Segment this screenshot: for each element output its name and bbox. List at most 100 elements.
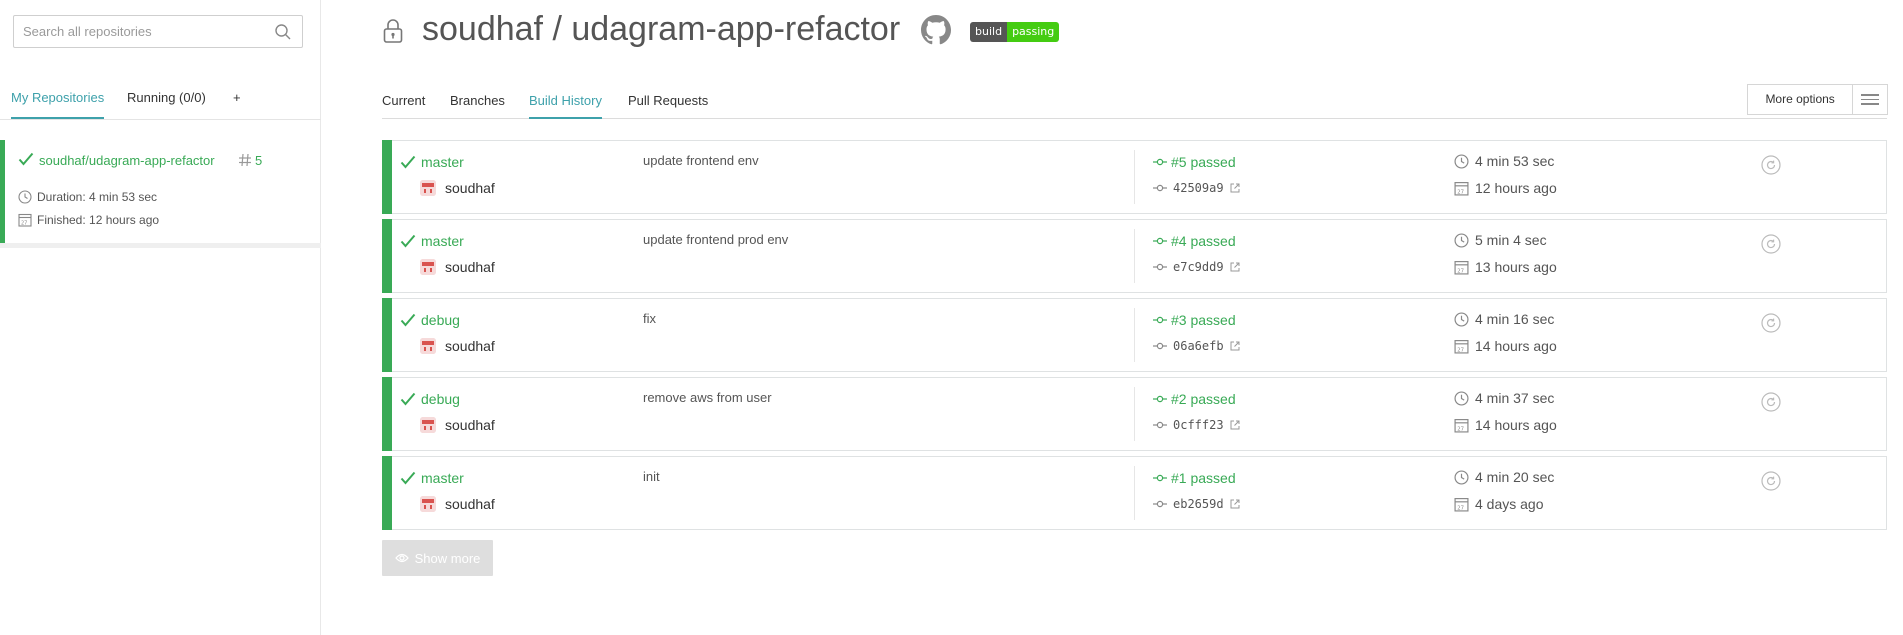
commit-sha-label: 06a6efb xyxy=(1173,339,1224,353)
badge-status: passing xyxy=(1007,22,1060,42)
build-row[interactable]: master soudhaf init #1 passed eb2659d 4 … xyxy=(382,456,1887,530)
build-finished-label: 4 days ago xyxy=(1475,496,1544,512)
build-branch[interactable]: master xyxy=(421,233,464,249)
commit-message: remove aws from user xyxy=(643,390,772,405)
status-bar xyxy=(382,140,392,214)
more-options-button[interactable]: More options xyxy=(1747,84,1888,115)
repo-card-divider xyxy=(0,243,321,248)
commit-sha-label: 0cfff23 xyxy=(1173,418,1224,432)
build-row[interactable]: master soudhaf update frontend prod env … xyxy=(382,219,1887,293)
check-icon xyxy=(400,313,416,327)
build-duration: 4 min 20 sec xyxy=(1454,469,1554,485)
build-number[interactable]: #3 passed xyxy=(1153,312,1236,328)
build-branch[interactable]: master xyxy=(421,470,464,486)
build-branch[interactable]: master xyxy=(421,154,464,170)
build-number-label: #5 passed xyxy=(1171,154,1236,170)
status-bar xyxy=(382,298,392,372)
menu-icon[interactable] xyxy=(1853,85,1887,114)
commit-sha[interactable]: e7c9dd9 xyxy=(1153,260,1240,274)
restart-build-icon[interactable] xyxy=(1761,471,1781,491)
tab-current[interactable]: Current xyxy=(382,93,425,119)
commit-icon xyxy=(1153,421,1167,429)
check-icon xyxy=(400,234,416,248)
badge-label: build xyxy=(970,22,1008,42)
clock-icon xyxy=(18,190,32,204)
commit-icon xyxy=(1153,474,1167,482)
build-row[interactable]: debug soudhaf remove aws from user #2 pa… xyxy=(382,377,1887,451)
show-more-button[interactable]: Show more xyxy=(382,540,493,576)
tab-my-repositories[interactable]: My Repositories xyxy=(11,90,105,119)
build-duration: 4 min 53 sec xyxy=(1454,153,1554,169)
build-finished: 27 13 hours ago xyxy=(1454,259,1557,275)
avatar xyxy=(420,259,436,275)
status-bar xyxy=(382,377,392,451)
build-author: soudhaf xyxy=(445,259,495,275)
build-finished-label: 12 hours ago xyxy=(1475,180,1557,196)
search-icon[interactable] xyxy=(274,23,292,41)
row-divider xyxy=(1134,387,1135,441)
restart-build-icon[interactable] xyxy=(1761,234,1781,254)
avatar xyxy=(420,417,436,433)
calendar-icon: 27 xyxy=(1454,418,1469,433)
build-row[interactable]: master soudhaf update frontend env #5 pa… xyxy=(382,140,1887,214)
build-finished: 27 12 hours ago xyxy=(1454,180,1557,196)
build-number[interactable]: #4 passed xyxy=(1153,233,1236,249)
build-branch[interactable]: debug xyxy=(421,391,460,407)
build-number[interactable]: #1 passed xyxy=(1153,470,1236,486)
build-author: soudhaf xyxy=(445,338,495,354)
clock-icon xyxy=(1454,311,1469,327)
repo-card[interactable]: soudhaf/udagram-app-refactor 5 Duration:… xyxy=(0,140,321,243)
repo-duration: Duration: 4 min 53 sec xyxy=(37,190,158,204)
sidebar-tabs: My Repositories Running (0/0) + xyxy=(0,90,321,120)
search-input[interactable] xyxy=(14,16,254,47)
tab-branches[interactable]: Branches xyxy=(450,93,505,119)
build-number[interactable]: #5 passed xyxy=(1153,154,1236,170)
commit-sha[interactable]: 06a6efb xyxy=(1153,339,1240,353)
tab-build-history[interactable]: Build History xyxy=(529,93,602,119)
row-divider xyxy=(1134,229,1135,283)
build-branch[interactable]: debug xyxy=(421,312,460,328)
status-bar xyxy=(382,219,392,293)
commit-icon xyxy=(1153,237,1167,245)
page-title: soudhaf / udagram-app-refactor xyxy=(422,10,901,48)
build-finished: 27 4 days ago xyxy=(1454,496,1544,512)
svg-text:27: 27 xyxy=(1457,505,1464,511)
row-divider xyxy=(1134,150,1135,204)
check-icon xyxy=(400,392,416,406)
repo-finished: Finished: 12 hours ago xyxy=(37,213,160,227)
build-row[interactable]: debug soudhaf fix #3 passed 06a6efb 4 mi… xyxy=(382,298,1887,372)
restart-build-icon[interactable] xyxy=(1761,155,1781,175)
commit-icon xyxy=(1153,263,1167,271)
sidebar: My Repositories Running (0/0) + soudhaf/… xyxy=(0,0,321,635)
repo-build-number[interactable]: 5 xyxy=(255,153,262,168)
svg-text:27: 27 xyxy=(1457,189,1464,195)
clock-icon xyxy=(1454,232,1469,248)
tab-add[interactable]: + xyxy=(233,90,241,119)
external-link-icon xyxy=(1230,499,1240,509)
restart-build-icon[interactable] xyxy=(1761,313,1781,333)
build-author: soudhaf xyxy=(445,417,495,433)
commit-icon xyxy=(1153,316,1167,324)
commit-sha[interactable]: 0cfff23 xyxy=(1153,418,1240,432)
commit-sha[interactable]: 42509a9 xyxy=(1153,181,1240,195)
avatar xyxy=(420,496,436,512)
build-number[interactable]: #2 passed xyxy=(1153,391,1236,407)
build-duration-label: 4 min 16 sec xyxy=(1475,311,1555,327)
commit-message: init xyxy=(643,469,660,484)
commit-sha-label: e7c9dd9 xyxy=(1173,260,1224,274)
build-status-badge[interactable]: build passing xyxy=(970,22,1060,42)
show-more-label: Show more xyxy=(414,550,481,566)
commit-message: update frontend prod env xyxy=(643,232,789,247)
repo-name[interactable]: soudhaf/udagram-app-refactor xyxy=(39,153,227,168)
tab-pull-requests[interactable]: Pull Requests xyxy=(628,93,708,119)
commit-sha[interactable]: eb2659d xyxy=(1153,497,1240,511)
eye-icon xyxy=(394,553,409,563)
tab-running[interactable]: Running (0/0) xyxy=(127,90,206,119)
external-link-icon xyxy=(1230,262,1240,272)
github-icon[interactable] xyxy=(921,15,951,45)
commit-icon xyxy=(1153,158,1167,166)
external-link-icon xyxy=(1230,341,1240,351)
restart-build-icon[interactable] xyxy=(1761,392,1781,412)
build-duration-label: 4 min 53 sec xyxy=(1475,153,1555,169)
build-author: soudhaf xyxy=(445,180,495,196)
